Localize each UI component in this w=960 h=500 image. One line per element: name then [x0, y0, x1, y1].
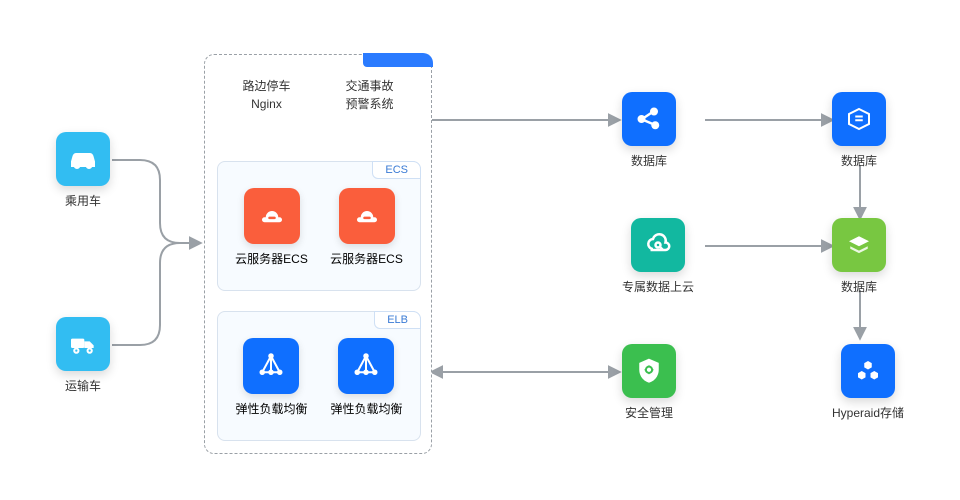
elb-box: ELB 弹性负载均衡: [217, 311, 421, 441]
node-security: 安全管理: [622, 344, 676, 421]
label: 云服务器ECS: [330, 250, 403, 267]
label: 数据库: [631, 152, 667, 169]
node-db1: 数据库: [622, 92, 676, 169]
hex-cluster-icon: [841, 344, 895, 398]
line2: Nginx: [242, 95, 290, 113]
truck-icon: [56, 317, 110, 371]
cloud-search-icon: [631, 218, 685, 272]
elb-badge: ELB: [374, 311, 421, 329]
label: 安全管理: [625, 404, 673, 421]
node-db2: 数据库: [832, 92, 886, 169]
elb-icon: [243, 338, 299, 394]
node-car: 乘用车: [56, 132, 110, 209]
ecs-item: 云服务器ECS: [235, 188, 308, 267]
label: Hyperaid存储: [832, 404, 904, 421]
center-tab: [363, 53, 433, 67]
elb-icon: [338, 338, 394, 394]
ecs-badge: ECS: [372, 161, 421, 179]
share-icon: [622, 92, 676, 146]
ecs-icon: [339, 188, 395, 244]
list-icon: [832, 92, 886, 146]
shield-gear-icon: [622, 344, 676, 398]
line1: 交通事故: [345, 77, 393, 95]
label: 乘用车: [65, 192, 101, 209]
elb-item: 弹性负载均衡: [330, 338, 402, 417]
label: 云服务器ECS: [235, 250, 308, 267]
head-warning: 交通事故 预警系统: [345, 77, 393, 113]
label: 运输车: [65, 377, 101, 394]
node-lime-db: 数据库: [832, 218, 886, 295]
head-nginx: 路边停车 Nginx: [242, 77, 290, 113]
node-truck: 运输车: [56, 317, 110, 394]
connectors: [0, 0, 960, 500]
elb-item: 弹性负载均衡: [235, 338, 307, 417]
label: 弹性负载均衡: [330, 400, 402, 417]
center-container: 路边停车 Nginx 交通事故 预警系统 ECS 云服务器ECS: [204, 54, 432, 454]
label: 弹性负载均衡: [235, 400, 307, 417]
car-icon: [56, 132, 110, 186]
line2: 预警系统: [345, 95, 393, 113]
node-hyperaid: Hyperaid存储: [832, 344, 904, 421]
node-dedicated-cloud: 专属数据上云: [622, 218, 694, 295]
layer-icon: [832, 218, 886, 272]
ecs-item: 云服务器ECS: [330, 188, 403, 267]
line1: 路边停车: [242, 77, 290, 95]
label: 数据库: [841, 278, 877, 295]
ecs-icon: [244, 188, 300, 244]
ecs-box: ECS 云服务器ECS 云服务器ECS: [217, 161, 421, 291]
label: 数据库: [841, 152, 877, 169]
label: 专属数据上云: [622, 278, 694, 295]
